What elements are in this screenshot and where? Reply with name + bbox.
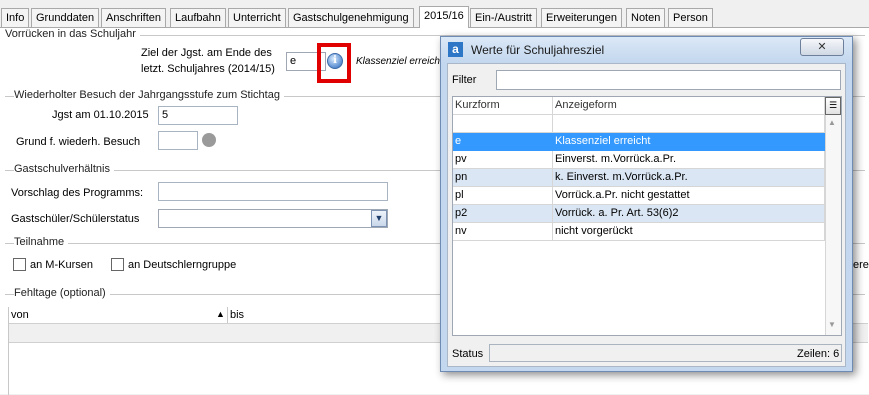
- close-button[interactable]: ✕: [800, 38, 844, 56]
- table-row[interactable]: p2 Vorrück. a. Pr. Art. 53(6)2: [453, 205, 825, 223]
- deutschlerngruppe-checkbox[interactable]: [111, 258, 124, 271]
- ziel-text: Klassenziel erreicht: [356, 56, 443, 67]
- table-row[interactable]: pl Vorrück.a.Pr. nicht gestattet: [453, 187, 825, 205]
- grund-label: Grund f. wiederh. Besuch: [16, 136, 141, 148]
- tab-grunddaten[interactable]: Grunddaten: [31, 8, 100, 28]
- row-anzeigeform[interactable]: k. Einverst. m.Vorrück.a.Pr.: [553, 169, 825, 187]
- row-anzeigeform[interactable]: Einverst. m.Vorrück.a.Pr.: [553, 151, 825, 169]
- row-anzeigeform[interactable]: nicht vorgerückt: [553, 223, 825, 241]
- col-anzeigeform[interactable]: Anzeigeform: [553, 97, 825, 115]
- row-kurzform[interactable]: pn: [453, 169, 553, 187]
- tab-ein-austritt[interactable]: Ein-/Austritt: [470, 8, 537, 28]
- scroll-up-icon[interactable]: ▲: [828, 118, 836, 127]
- jgst-input[interactable]: 5: [158, 106, 238, 125]
- schuelerstatus-combo[interactable]: [158, 209, 388, 228]
- status-field: [489, 344, 842, 362]
- sort-asc-icon[interactable]: ▲: [216, 309, 225, 319]
- table-row[interactable]: e Klassenziel erreicht: [453, 133, 825, 151]
- grund-lookup-button[interactable]: [202, 133, 216, 147]
- werte-dialog: a Werte für Schuljahresziel ✕ Filter Kur…: [440, 36, 853, 372]
- dialog-body: Filter Kurzform Anzeigeform e Klassenzie…: [447, 63, 846, 367]
- row-anzeigeform[interactable]: Klassenziel erreicht: [553, 133, 825, 151]
- app-logo-icon: a: [448, 42, 463, 57]
- new-row-cell[interactable]: [453, 115, 553, 133]
- schuelerstatus-label: Gastschüler/Schülerstatus: [11, 213, 140, 225]
- section-vorruecken-title: Vorrücken in das Schuljahr: [5, 28, 140, 40]
- grid-header-row: Kurzform Anzeigeform: [453, 97, 825, 115]
- grund-input[interactable]: [158, 131, 198, 150]
- column-chooser-icon[interactable]: ☰: [825, 97, 841, 115]
- column-divider: [227, 307, 228, 323]
- clipped-label: ere: [853, 259, 869, 271]
- row-kurzform[interactable]: e: [453, 133, 553, 151]
- ziel-label-line2: letzt. Schuljahres (2014/15): [141, 63, 275, 75]
- row-kurzform[interactable]: p2: [453, 205, 553, 223]
- row-count: Zeilen: 6: [797, 348, 840, 360]
- filter-input[interactable]: [496, 70, 841, 90]
- vorschlag-input: [158, 182, 388, 201]
- ziel-label-line1: Ziel der Jgst. am Ende des: [141, 47, 272, 59]
- section-gastschul-title: Gastschulverhältnis: [14, 163, 114, 175]
- section-fehltage-title: Fehltage (optional): [14, 287, 110, 299]
- grid-border: [8, 307, 9, 395]
- grid-scrollbar[interactable]: ▲ ▼: [825, 115, 841, 335]
- tab-info[interactable]: Info: [1, 8, 30, 28]
- row-kurzform[interactable]: pv: [453, 151, 553, 169]
- row-anzeigeform[interactable]: Vorrück. a. Pr. Art. 53(6)2: [553, 205, 825, 223]
- jgst-label: Jgst am 01.10.2015: [52, 109, 149, 121]
- col-kurzform[interactable]: Kurzform: [453, 97, 553, 115]
- col-von[interactable]: von: [11, 309, 29, 321]
- tab-gastschulgenehmigung[interactable]: Gastschulgenehmigung: [288, 8, 414, 28]
- tab-bar: Info Grunddaten Anschriften Laufbahn Unt…: [0, 0, 869, 28]
- row-kurzform[interactable]: nv: [453, 223, 553, 241]
- deutschlerngruppe-label: an Deutschlerngruppe: [128, 259, 237, 271]
- status-label: Status: [452, 348, 484, 360]
- table-row[interactable]: pn k. Einverst. m.Vorrück.a.Pr.: [453, 169, 825, 187]
- dialog-titlebar[interactable]: a Werte für Schuljahresziel ✕: [441, 37, 852, 63]
- tab-laufbahn[interactable]: Laufbahn: [170, 8, 226, 28]
- col-bis[interactable]: bis: [230, 309, 244, 321]
- section-teilnahme-title: Teilnahme: [14, 236, 69, 248]
- section-wiederholter-title: Wiederholter Besuch der Jahrgangsstufe z…: [14, 89, 284, 101]
- tab-unterricht[interactable]: Unterricht: [228, 8, 286, 28]
- table-row[interactable]: pv Einverst. m.Vorrück.a.Pr.: [453, 151, 825, 169]
- dialog-title: Werte für Schuljahresziel: [471, 43, 605, 57]
- werte-grid: Kurzform Anzeigeform e Klassenziel errei…: [452, 96, 842, 336]
- tab-noten[interactable]: Noten: [626, 8, 666, 28]
- tab-2015-16[interactable]: 2015/16: [419, 6, 469, 28]
- tab-anschriften[interactable]: Anschriften: [101, 8, 167, 28]
- m-kurse-checkbox[interactable]: [13, 258, 26, 271]
- row-kurzform[interactable]: pl: [453, 187, 553, 205]
- info-icon[interactable]: i: [327, 53, 343, 69]
- filter-label: Filter: [452, 74, 477, 86]
- table-row[interactable]: nv nicht vorgerückt: [453, 223, 825, 241]
- new-row-cell[interactable]: [553, 115, 825, 133]
- tab-person[interactable]: Person: [668, 8, 713, 28]
- tab-erweiterungen[interactable]: Erweiterungen: [541, 8, 622, 28]
- scroll-down-icon[interactable]: ▼: [828, 320, 836, 329]
- close-icon: ✕: [817, 41, 827, 53]
- combo-arrow-icon[interactable]: ▼: [371, 210, 387, 227]
- grid-new-row[interactable]: [453, 115, 825, 133]
- vorschlag-label: Vorschlag des Programms:: [11, 187, 144, 199]
- row-anzeigeform[interactable]: Vorrück.a.Pr. nicht gestattet: [553, 187, 825, 205]
- m-kurse-label: an M-Kursen: [30, 259, 93, 271]
